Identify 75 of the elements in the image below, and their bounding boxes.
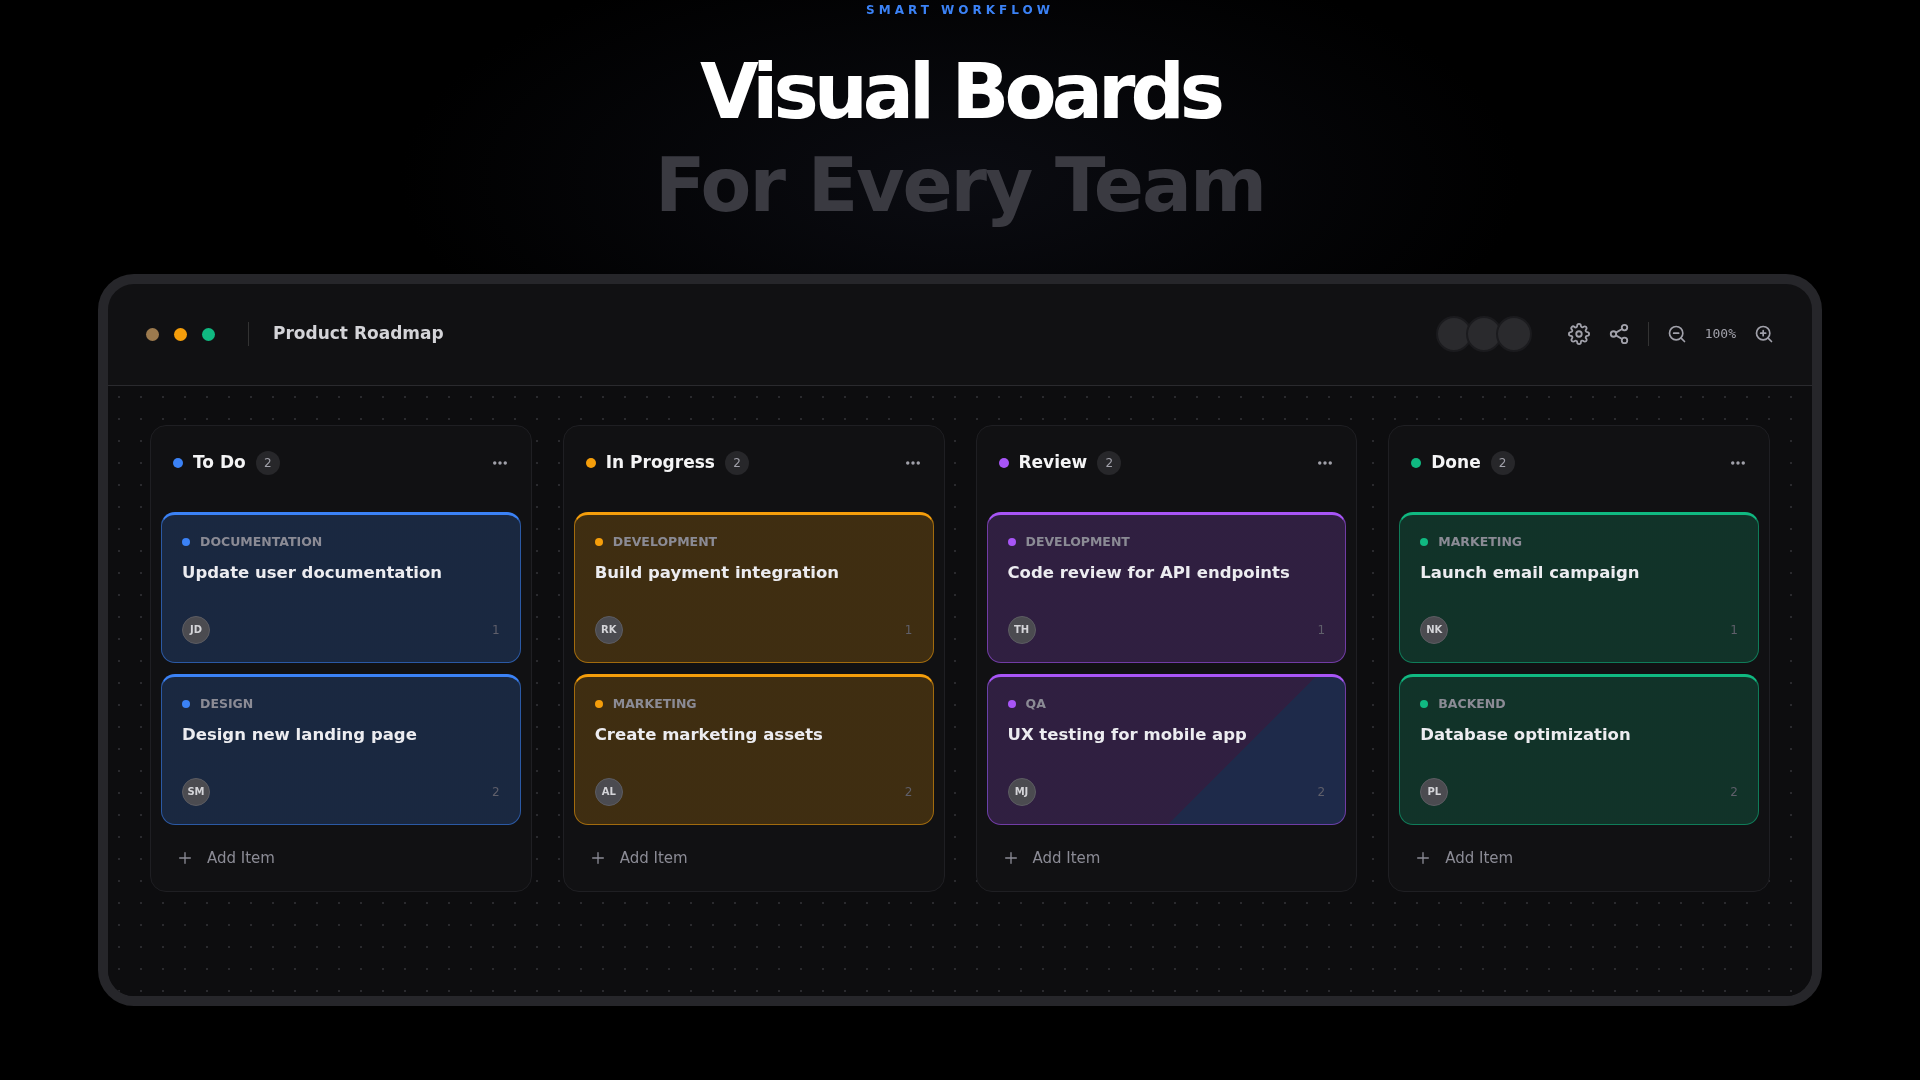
tag-dot <box>182 699 190 708</box>
card-number: 2 <box>904 783 913 801</box>
avatar: AL <box>594 777 623 806</box>
headline: Visual Boards <box>699 46 1221 138</box>
task-card[interactable]: DESIGN Design new landing page SM 2 <box>161 673 521 825</box>
card-tag: DOCUMENTATION <box>200 532 323 552</box>
count-badge: 2 <box>1097 451 1122 475</box>
column-title: Done <box>1431 451 1481 475</box>
avatar: TH <box>1007 615 1036 644</box>
plus-icon <box>1002 849 1019 866</box>
add-item-button[interactable]: Add Item <box>1399 824 1530 881</box>
card-number: 1 <box>904 621 913 639</box>
card-title: UX testing for mobile app <box>1007 724 1248 747</box>
zoom-level: 100% <box>1704 325 1736 344</box>
count-badge: 2 <box>255 451 280 475</box>
avatar: PL <box>1420 777 1449 806</box>
task-card[interactable]: MARKETING Launch email campaign NK 1 <box>1399 511 1759 663</box>
card-number: 1 <box>492 621 500 639</box>
share-icon[interactable] <box>1607 323 1630 345</box>
add-item-button[interactable]: Add Item <box>161 824 291 881</box>
tag-dot <box>1420 537 1429 546</box>
card-number: 2 <box>492 783 500 801</box>
card-title: Build payment integration <box>594 562 841 585</box>
tag-dot <box>594 699 603 708</box>
tag-dot <box>594 537 603 546</box>
task-card[interactable]: DEVELOPMENT Code review for API endpoints TH 1 <box>986 511 1347 663</box>
count-badge: 2 <box>724 451 749 475</box>
window-title: Product Roadmap <box>273 322 444 346</box>
card-title: Code review for API endpoints <box>1007 562 1291 585</box>
window-dot[interactable] <box>202 327 215 341</box>
task-card[interactable]: BACKEND Database optimization PL 2 <box>1399 673 1759 825</box>
card-number: 1 <box>1317 621 1326 639</box>
tag-dot <box>1420 699 1429 708</box>
avatar: JD <box>182 615 210 644</box>
task-card[interactable]: DEVELOPMENT Build payment integration RK 1 <box>573 511 934 663</box>
column-title: To Do <box>193 451 246 475</box>
tag-dot <box>182 537 190 546</box>
avatar: NK <box>1420 615 1449 644</box>
avatar: SM <box>182 777 210 806</box>
card-tag: DESIGN <box>200 694 254 714</box>
plus-icon <box>1415 849 1432 866</box>
window-dot[interactable] <box>146 327 159 341</box>
eyebrow-label: SMART WORKFLOW <box>866 2 1054 18</box>
task-card[interactable]: DOCUMENTATION Update user documentation JD 1 <box>161 511 521 663</box>
column-title: In Progress <box>605 451 715 475</box>
card-number: 1 <box>1730 621 1738 639</box>
card-tag: DEVELOPMENT <box>1025 532 1130 552</box>
avatar: MJ <box>1007 777 1036 806</box>
card-tag: BACKEND <box>1438 694 1506 714</box>
card-tag: MARKETING <box>1438 532 1523 552</box>
card-title: Update user documentation <box>182 562 444 585</box>
tag-dot <box>1007 537 1016 546</box>
column-title: Review <box>1018 451 1088 475</box>
settings-icon[interactable] <box>1567 323 1590 345</box>
zoom-out-icon[interactable] <box>1666 324 1687 344</box>
task-card[interactable]: QA UX testing for mobile app MJ 2 <box>986 673 1347 825</box>
card-tag: DEVELOPMENT <box>612 532 718 552</box>
count-badge: 2 <box>1490 451 1515 475</box>
card-number: 2 <box>1730 783 1738 801</box>
card-title: Database optimization <box>1420 724 1632 747</box>
task-card[interactable]: MARKETING Create marketing assets AL 2 <box>573 673 934 825</box>
add-item-button[interactable]: Add Item <box>573 824 704 881</box>
card-title: Create marketing assets <box>594 724 824 747</box>
window-dot[interactable] <box>174 327 187 341</box>
zoom-in-icon[interactable] <box>1754 324 1774 344</box>
avatar: RK <box>594 615 623 644</box>
plus-icon <box>177 849 193 866</box>
card-tag: MARKETING <box>612 694 697 714</box>
plus-icon <box>589 849 606 866</box>
add-item-button[interactable]: Add Item <box>986 824 1117 881</box>
card-tag: QA <box>1025 694 1046 714</box>
card-title: Launch email campaign <box>1420 562 1641 585</box>
card-title: Design new landing page <box>182 724 418 747</box>
card-number: 2 <box>1317 783 1326 801</box>
tag-dot <box>1007 699 1016 708</box>
